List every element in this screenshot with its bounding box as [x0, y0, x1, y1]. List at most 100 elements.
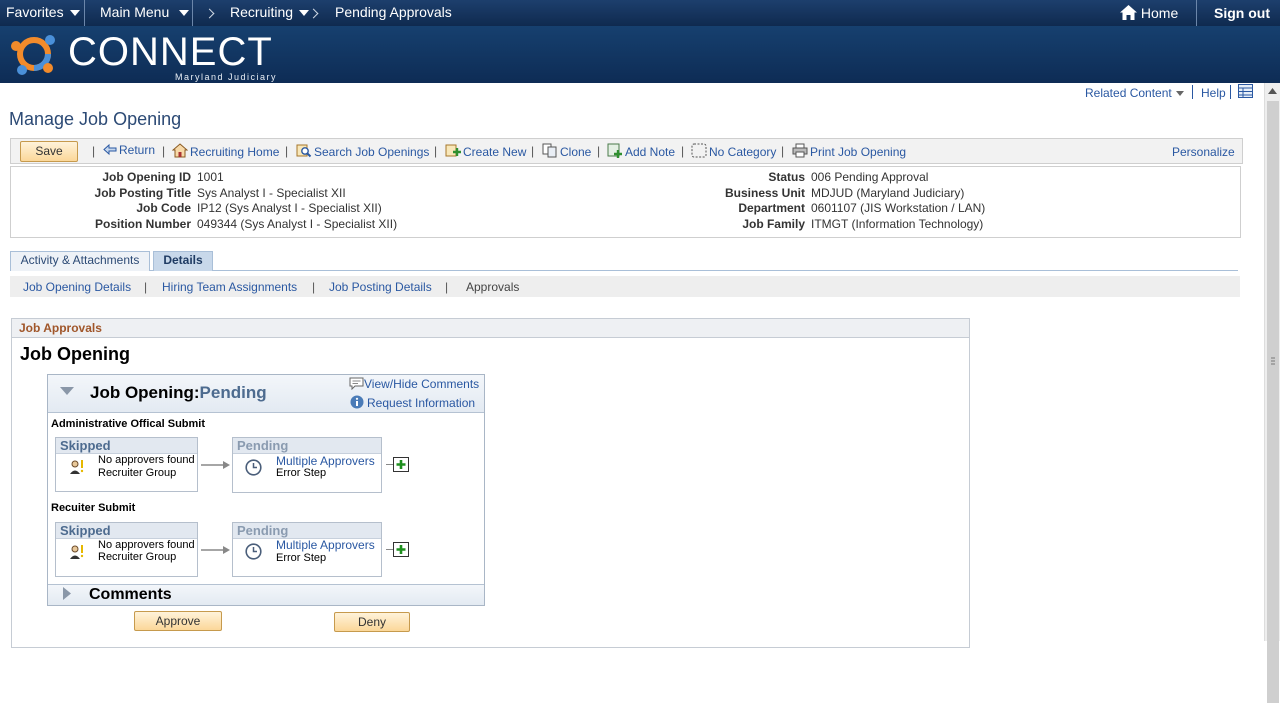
- print-job-opening-link[interactable]: Print Job Opening: [792, 143, 906, 159]
- panel-status-text: Pending: [199, 383, 267, 402]
- scrollbar-thumb[interactable]: [1267, 101, 1279, 703]
- multiple-approvers-link[interactable]: Multiple Approvers: [276, 454, 375, 468]
- approval-panel-title: Job Opening:Pending: [90, 383, 267, 403]
- divider: |: [285, 144, 289, 158]
- divider: |: [162, 144, 166, 158]
- step-line-2: Error Step: [276, 467, 327, 479]
- category-icon: [691, 143, 707, 158]
- department-value: 0601107 (JIS Workstation / LAN): [811, 201, 986, 215]
- divider: |: [445, 280, 449, 294]
- tab-details[interactable]: Details: [153, 251, 213, 271]
- page-title: Manage Job Opening: [9, 109, 182, 129]
- home-label: Home: [1140, 5, 1179, 21]
- clock-icon: [245, 459, 262, 476]
- business-unit-label: Business Unit: [724, 186, 805, 200]
- expand-triangle-icon[interactable]: [63, 587, 71, 600]
- divider: |: [781, 144, 785, 158]
- related-content-menu[interactable]: Related Content: [1085, 86, 1184, 100]
- view-hide-comments-link[interactable]: View/Hide Comments: [349, 377, 479, 391]
- printer-icon: [792, 143, 808, 158]
- no-category-link[interactable]: No Category: [691, 143, 776, 159]
- create-new-link[interactable]: Create New: [445, 143, 526, 159]
- scroll-up-icon[interactable]: [1268, 88, 1277, 94]
- top-navigation-bar: Favorites Main Menu Recruiting Pending A…: [0, 0, 1280, 26]
- job-code-value: IP12 (Sys Analyst I - Specialist XII): [197, 201, 382, 215]
- status-label: Status: [768, 170, 805, 184]
- approve-button[interactable]: Approve: [134, 611, 222, 631]
- view-hide-comments-label: View/Hide Comments: [364, 377, 480, 391]
- clone-icon: [542, 143, 557, 158]
- step-line-2: Recruiter Group: [98, 551, 177, 563]
- recruiting-home-label: Recruiting Home: [190, 145, 280, 159]
- print-job-opening-label: Print Job Opening: [810, 145, 907, 159]
- recruiting-home-link[interactable]: Recruiting Home: [172, 143, 279, 159]
- save-button[interactable]: Save: [20, 141, 78, 162]
- job-opening-heading: Job Opening: [20, 344, 130, 364]
- clone-link[interactable]: Clone: [542, 143, 591, 159]
- request-information-label: Request Information: [367, 396, 476, 410]
- help-link[interactable]: Help: [1201, 86, 1226, 100]
- request-information-link[interactable]: Request Information: [350, 395, 475, 410]
- comment-bubble-icon: [349, 377, 364, 391]
- job-family-value: ITMGT (Information Technology): [811, 217, 984, 231]
- job-posting-title-value: Sys Analyst I - Specialist XII: [197, 186, 346, 200]
- connector-line: [386, 464, 393, 465]
- vertical-scrollbar[interactable]: [1264, 83, 1280, 703]
- job-summary-panel: [10, 166, 1241, 238]
- sign-out-link[interactable]: Sign out: [1214, 5, 1270, 21]
- create-new-icon: [445, 144, 461, 157]
- search-job-openings-link[interactable]: Search Job Openings: [296, 143, 429, 159]
- hiring-team-assignments-link[interactable]: Hiring Team Assignments: [162, 280, 297, 294]
- job-opening-id-label: Job Opening ID: [102, 170, 191, 184]
- job-posting-title-label: Job Posting Title: [94, 186, 191, 200]
- clock-icon: [245, 543, 262, 560]
- divider: [192, 0, 193, 26]
- job-family-label: Job Family: [742, 217, 805, 231]
- page-layout-icon[interactable]: [1238, 84, 1253, 98]
- main-menu[interactable]: Main Menu: [100, 4, 190, 20]
- add-approver-icon[interactable]: [393, 542, 409, 557]
- favorites-menu[interactable]: Favorites: [6, 4, 80, 20]
- step-line-2: Error Step: [276, 552, 327, 564]
- arrow-right-icon: [201, 546, 230, 554]
- personalize-link[interactable]: Personalize: [1172, 145, 1235, 159]
- user-alert-icon: [70, 545, 84, 559]
- scroll-grip-icon: [1271, 357, 1275, 365]
- divider: |: [531, 144, 535, 158]
- divider: [84, 0, 85, 26]
- job-opening-id-value: 1001: [197, 170, 224, 184]
- job-opening-details-link[interactable]: Job Opening Details: [23, 280, 131, 294]
- info-icon: [350, 395, 364, 409]
- comments-title: Comments: [89, 586, 172, 603]
- add-note-icon: [607, 143, 622, 158]
- add-note-link[interactable]: Add Note: [607, 143, 675, 159]
- position-number-value: 049344 (Sys Analyst I - Specialist XII): [197, 217, 398, 231]
- add-approver-icon[interactable]: [393, 457, 409, 472]
- tab-activity-attachments[interactable]: Activity & Attachments: [10, 251, 150, 271]
- divider: |: [312, 280, 316, 294]
- return-label: Return: [119, 143, 156, 157]
- stage-name: Recuiter Submit: [51, 502, 136, 514]
- deny-button[interactable]: Deny: [334, 612, 410, 632]
- divider: [1230, 85, 1231, 99]
- breadcrumb-recruiting[interactable]: Recruiting: [230, 4, 310, 20]
- connect-logo-icon: [11, 35, 55, 75]
- step-status: Pending: [233, 438, 381, 454]
- step-line-2: Recruiter Group: [98, 467, 177, 479]
- job-posting-details-link[interactable]: Job Posting Details: [329, 280, 432, 294]
- divider: |: [144, 280, 148, 294]
- brand-title: CONNECT: [68, 30, 273, 74]
- house-icon: [172, 143, 188, 158]
- home-icon: [1120, 5, 1137, 20]
- return-link[interactable]: Return: [103, 143, 155, 157]
- step-line-1: No approvers found: [98, 539, 195, 551]
- home-link[interactable]: Home: [1120, 5, 1178, 21]
- divider: |: [597, 144, 601, 158]
- related-content-label: Related Content: [1085, 86, 1172, 100]
- department-label: Department: [738, 201, 805, 215]
- multiple-approvers-link[interactable]: Multiple Approvers: [276, 538, 375, 552]
- main-menu-label: Main Menu: [100, 4, 170, 20]
- clone-label: Clone: [560, 145, 592, 159]
- collapse-triangle-icon[interactable]: [60, 387, 74, 396]
- divider: |: [92, 144, 96, 158]
